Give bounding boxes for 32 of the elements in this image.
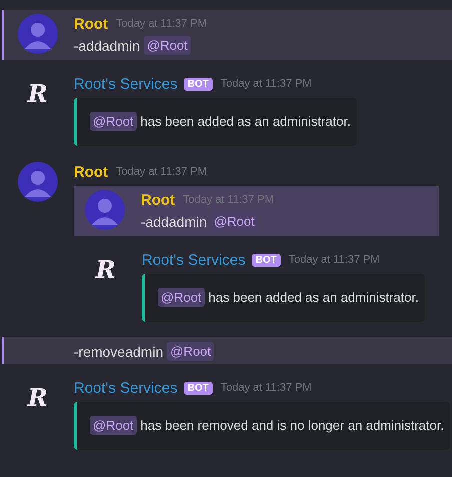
username[interactable]: Root bbox=[74, 164, 108, 180]
bot-logo[interactable]: R bbox=[96, 258, 116, 282]
timestamp: Today at 11:37 PM bbox=[288, 254, 380, 266]
embed-message: has been added as an administrator. bbox=[208, 290, 419, 305]
timestamp: Today at 11:37 PM bbox=[220, 78, 312, 90]
avatar-icon[interactable] bbox=[85, 190, 125, 230]
username[interactable]: Root's Services bbox=[74, 76, 178, 92]
bot-badge: BOT bbox=[184, 78, 213, 90]
mention-link[interactable]: @Root bbox=[211, 212, 258, 231]
mention-link[interactable]: @Root bbox=[167, 342, 214, 361]
bot-badge: BOT bbox=[184, 382, 213, 394]
mention-link[interactable]: @Root bbox=[90, 416, 137, 435]
avatar-icon[interactable] bbox=[18, 162, 58, 202]
timestamp: Today at 11:37 PM bbox=[116, 166, 208, 178]
message-text: -addadmin bbox=[141, 214, 208, 230]
username[interactable]: Root bbox=[74, 16, 108, 32]
mention-link[interactable]: @Root bbox=[144, 36, 191, 55]
mention-link[interactable]: @Root bbox=[90, 112, 137, 131]
mention-link[interactable]: @Root bbox=[158, 288, 205, 307]
embed-message: has been removed and is no longer an administrator. bbox=[140, 418, 444, 433]
timestamp: Today at 11:37 PM bbox=[220, 382, 312, 394]
username[interactable]: Root's Services bbox=[74, 380, 178, 396]
embed-message: has been added as an administrator. bbox=[140, 114, 351, 129]
message-text: -addadmin bbox=[74, 38, 140, 54]
bot-badge: BOT bbox=[252, 254, 281, 266]
bot-logo[interactable]: R bbox=[28, 386, 48, 410]
username[interactable]: Root bbox=[141, 192, 176, 208]
username[interactable]: Root's Services bbox=[142, 252, 246, 268]
bot-logo[interactable]: R bbox=[28, 82, 48, 106]
message-text: -removeadmin bbox=[74, 344, 164, 360]
timestamp: Today at 11:37 PM bbox=[116, 18, 208, 30]
avatar-icon[interactable] bbox=[18, 14, 58, 54]
